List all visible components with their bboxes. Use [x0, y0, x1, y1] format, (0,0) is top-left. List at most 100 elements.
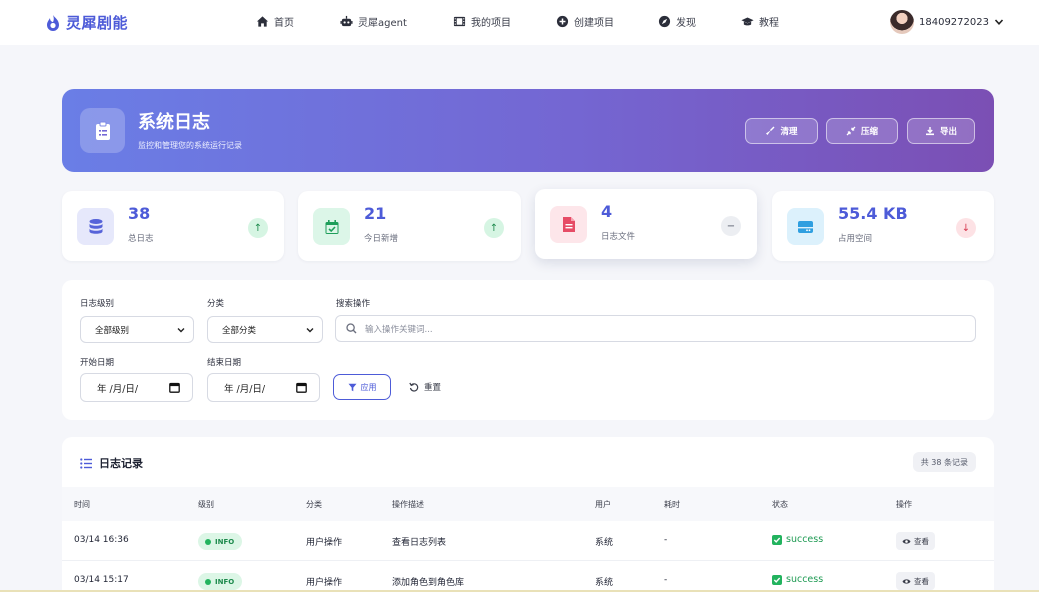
- avatar: [890, 10, 914, 34]
- status-cell: success: [772, 534, 823, 545]
- home-icon: [256, 16, 269, 27]
- record-count-badge: 共 38 条记录: [912, 452, 976, 472]
- level-badge-label: INFO: [215, 537, 235, 546]
- plus-circle-icon: [556, 15, 569, 28]
- nav-item-label: 首页: [274, 18, 294, 29]
- category-filter-label: 分类: [207, 299, 225, 309]
- undo-icon: [409, 382, 419, 392]
- cell-user: 系统: [595, 578, 614, 588]
- flame-icon: [47, 14, 59, 31]
- nav-item-agent[interactable]: 灵犀agent: [340, 14, 407, 29]
- cell-category: 用户操作: [306, 578, 343, 588]
- search-placeholder: 输入操作关键词...: [365, 324, 433, 335]
- filter-icon: [348, 383, 356, 391]
- stat-value: 21: [364, 204, 387, 223]
- stat-label: 日志文件: [601, 232, 636, 242]
- user-name: 18409272023: [919, 16, 989, 28]
- film-icon: [453, 16, 466, 27]
- list-icon: [80, 457, 92, 469]
- clipboard-icon: [80, 108, 125, 153]
- chevron-down-icon: [177, 328, 185, 333]
- clean-button[interactable]: 清理: [745, 118, 818, 144]
- file-icon: [550, 206, 587, 243]
- page-title: 系统日志: [138, 112, 210, 133]
- nav-item-home[interactable]: 首页: [256, 14, 294, 29]
- export-button[interactable]: 导出: [907, 118, 975, 144]
- log-records-panel: 日志记录 共 38 条记录 时间 级别 分类 操作描述 用户 耗时 状态 操作 …: [62, 437, 994, 592]
- cell-category: 用户操作: [306, 538, 343, 548]
- status-cell: success: [772, 574, 823, 585]
- view-button-label: 查看: [914, 576, 929, 586]
- start-date-label: 开始日期: [80, 358, 115, 368]
- level-select-value: 全部级别: [95, 325, 130, 336]
- view-button[interactable]: 查看: [896, 572, 935, 590]
- hard-drive-icon: [787, 208, 824, 245]
- search-icon: [346, 323, 357, 334]
- download-icon: [925, 127, 934, 136]
- view-button[interactable]: 查看: [896, 532, 935, 550]
- nav-item-create-project[interactable]: 创建项目: [556, 14, 614, 29]
- chevron-down-icon: [306, 328, 314, 333]
- stat-card-storage: 55.4 KB 占用空间 ↓: [772, 191, 994, 261]
- check-icon: [772, 574, 782, 585]
- table-row: 03/14 15:17 INFO 用户操作 添加角色到角色库 系统 - succ…: [62, 561, 994, 592]
- level-badge-label: INFO: [215, 577, 235, 586]
- column-header-status: 状态: [772, 500, 788, 509]
- start-date-input[interactable]: 年 /月/日/: [80, 373, 193, 402]
- compress-button[interactable]: 压缩: [826, 118, 898, 144]
- stat-label: 总日志: [128, 234, 154, 244]
- status-text: success: [786, 534, 824, 545]
- end-date-value: 年 /月/日/: [224, 383, 266, 395]
- column-header-category: 分类: [306, 500, 322, 509]
- robot-icon: [340, 15, 353, 27]
- view-button-label: 查看: [914, 536, 929, 546]
- apply-filter-button[interactable]: 应用: [333, 374, 391, 400]
- calendar-icon: [169, 382, 180, 393]
- page-subtitle: 监控和管理您的系统运行记录: [138, 141, 242, 150]
- compass-icon: [658, 15, 671, 28]
- column-header-user: 用户: [595, 500, 611, 509]
- column-header-level: 级别: [198, 500, 214, 509]
- page-header-banner: 系统日志 监控和管理您的系统运行记录 清理 压缩 导出: [62, 89, 994, 172]
- top-navbar: 灵犀剧能 首页 灵犀agent 我的项目 创建项目 发现 教程 18409272…: [0, 0, 1039, 45]
- records-title: 日志记录: [99, 457, 143, 470]
- reset-button-label: 重置: [424, 383, 442, 393]
- database-icon: [77, 208, 114, 245]
- compress-button-label: 压缩: [860, 127, 878, 137]
- filter-panel: 日志级别 全部级别 分类 全部分类 搜索操作 输入操作关键词... 开始日期 年…: [62, 280, 994, 420]
- reset-filter-button[interactable]: 重置: [409, 381, 441, 393]
- nav-item-discover[interactable]: 发现: [658, 14, 696, 29]
- search-input[interactable]: 输入操作关键词...: [335, 315, 976, 342]
- level-badge: INFO: [198, 573, 243, 590]
- cell-description: 添加角色到角色库: [392, 578, 465, 588]
- end-date-input[interactable]: 年 /月/日/: [207, 373, 320, 402]
- status-dot: [205, 538, 211, 545]
- brand-name: 灵犀剧能: [66, 14, 129, 32]
- trend-up-icon: ↑: [484, 218, 504, 238]
- status-text: success: [786, 574, 824, 585]
- eye-icon: [902, 578, 911, 584]
- brand-logo[interactable]: 灵犀剧能: [46, 12, 128, 33]
- nav-item-label: 创建项目: [574, 18, 614, 29]
- trend-down-icon: ↓: [956, 218, 976, 238]
- cell-user: 系统: [595, 538, 614, 548]
- eye-icon: [902, 538, 911, 544]
- trend-flat-icon: −: [721, 216, 741, 236]
- category-select[interactable]: 全部分类: [207, 316, 323, 343]
- search-filter-label: 搜索操作: [336, 299, 371, 309]
- table-row: 03/14 16:36 INFO 用户操作 查看日志列表 系统 - succes…: [62, 521, 994, 561]
- nav-item-label: 教程: [759, 18, 779, 29]
- apply-button-label: 应用: [360, 382, 377, 392]
- level-select[interactable]: 全部级别: [80, 316, 194, 343]
- calendar-check-icon: [313, 208, 350, 245]
- stat-card-total-logs: 38 总日志 ↑: [62, 191, 284, 261]
- column-header-duration: 耗时: [664, 500, 680, 509]
- stat-card-log-files: 4 日志文件 −: [535, 189, 757, 259]
- column-header-description: 操作描述: [392, 500, 424, 509]
- check-icon: [772, 534, 782, 545]
- nav-item-tutorials[interactable]: 教程: [741, 14, 779, 29]
- stat-label: 占用空间: [838, 234, 873, 244]
- start-date-value: 年 /月/日/: [97, 383, 139, 395]
- user-menu[interactable]: 18409272023: [890, 10, 1004, 34]
- nav-item-my-projects[interactable]: 我的项目: [453, 14, 511, 29]
